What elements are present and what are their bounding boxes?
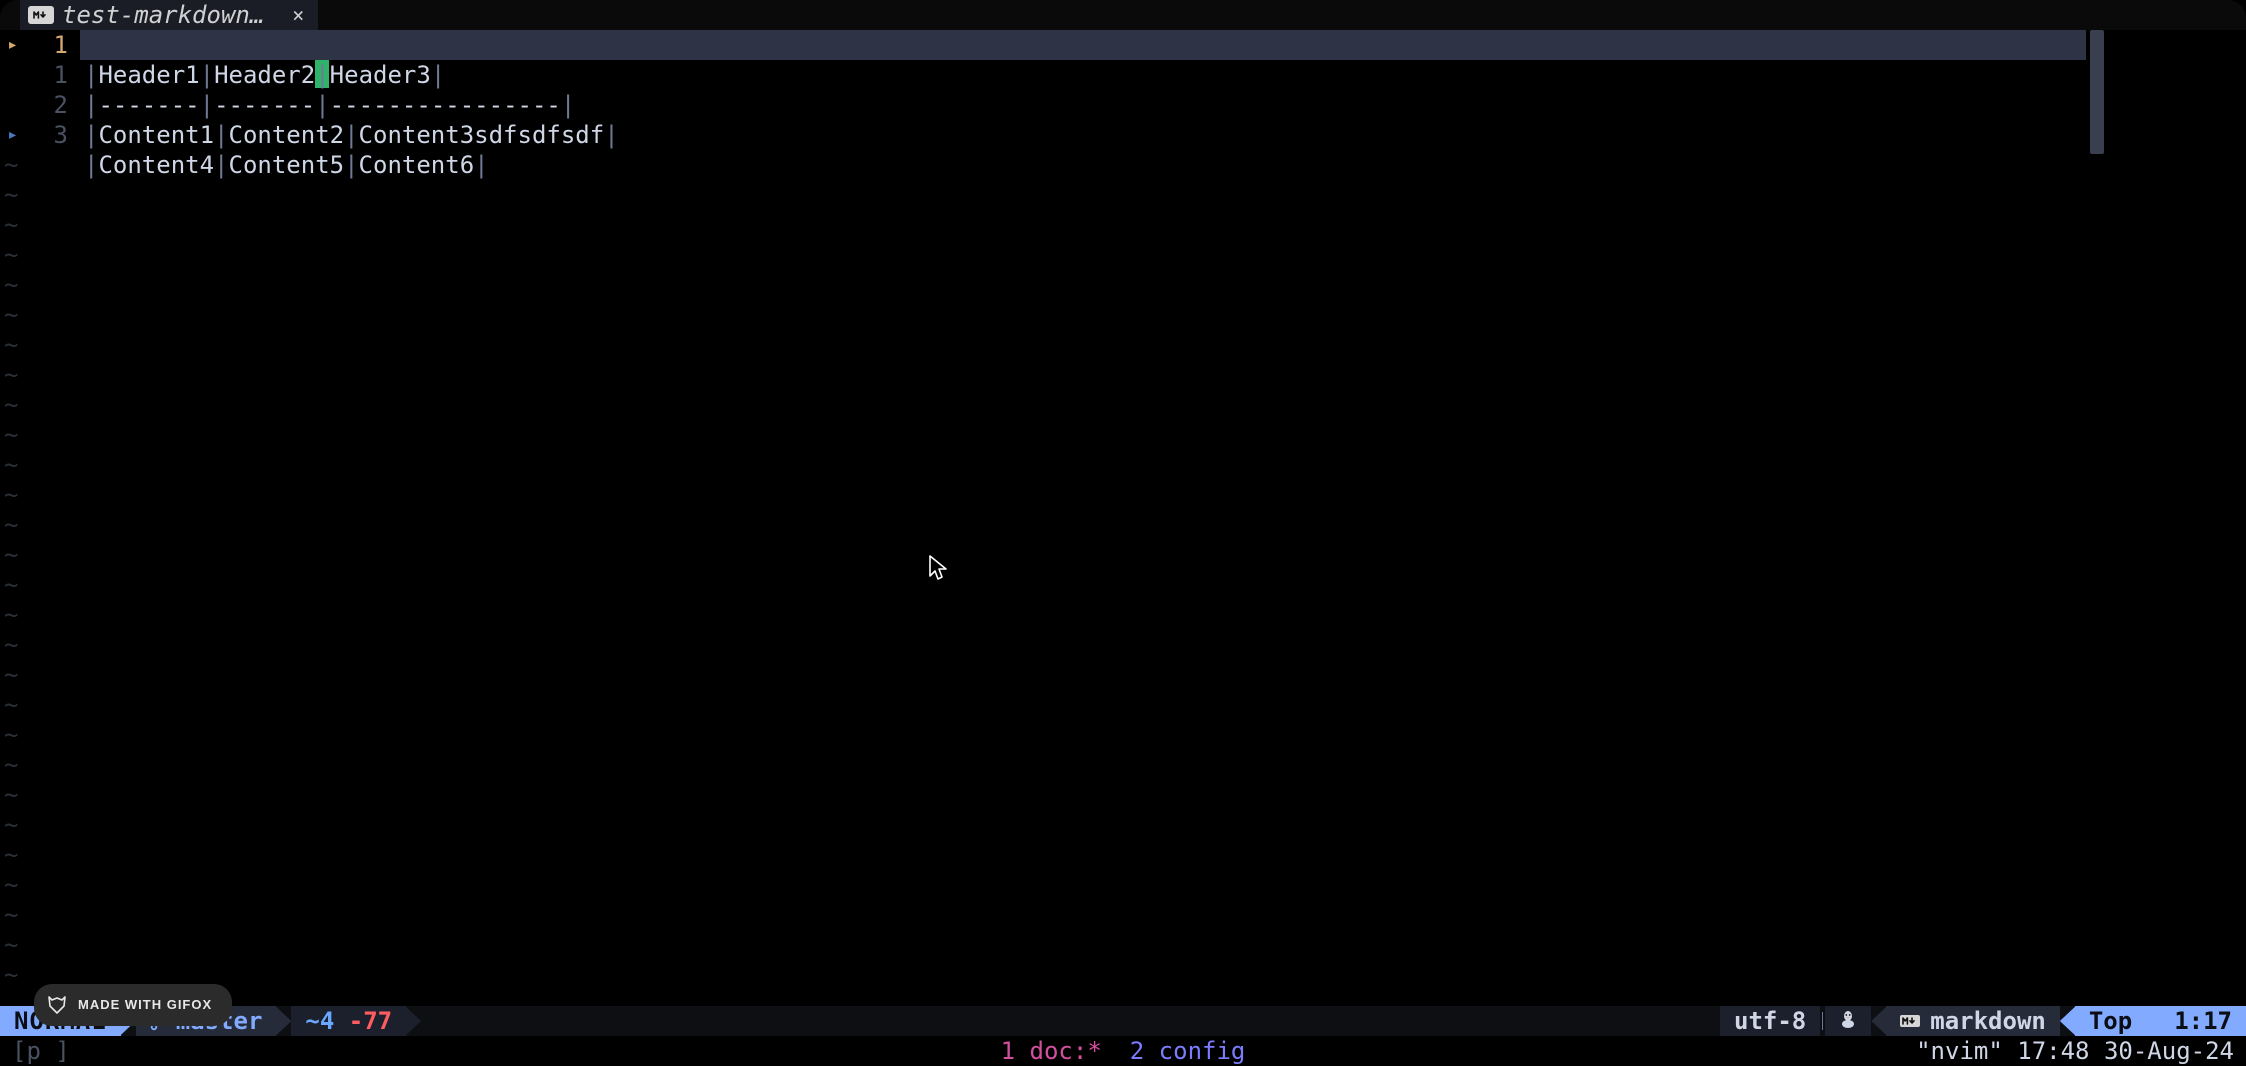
gifox-watermark: MADE WITH GIFOX xyxy=(34,984,232,1026)
separator-icon xyxy=(275,1006,291,1036)
tab-active[interactable]: test-markdown… × xyxy=(20,0,318,30)
scroll-position: Top xyxy=(2075,1006,2146,1036)
command-line[interactable]: [p ] 1 doc:* 2 config "nvim" 17:48 30-Au… xyxy=(0,1036,2246,1066)
statusline: NORMAL master ~4 -77 utf-8 xyxy=(0,1006,2246,1036)
fold-marker-icon: ▸ xyxy=(4,120,18,150)
separator-icon xyxy=(405,1006,421,1036)
separator-icon xyxy=(1822,1012,1823,1030)
cursor-location: 1:17 xyxy=(2146,1006,2246,1036)
separator-icon xyxy=(2060,1006,2076,1036)
editor-viewport[interactable]: ~~~~~~~~~~~~~~~~~~~~~~~~~~~~ ▸ 1 1 2 ▸ 3… xyxy=(0,30,2246,1006)
statusline-spacer xyxy=(421,1006,1720,1036)
cursor-line-highlight xyxy=(80,30,2086,60)
filetype-segment: markdown xyxy=(1886,1006,2060,1036)
git-diff-segment: ~4 -77 xyxy=(291,1006,406,1036)
separator-icon xyxy=(1871,1006,1887,1036)
markdown-icon xyxy=(28,6,54,24)
linux-icon xyxy=(1839,1006,1857,1036)
markdown-icon xyxy=(1900,1015,1920,1027)
line-number: 2 xyxy=(0,90,68,120)
tab-title: test-markdown… xyxy=(62,0,264,30)
line-number-gutter: ▸ 1 1 2 ▸ 3 xyxy=(0,30,80,1006)
close-icon[interactable]: × xyxy=(272,0,304,30)
fold-marker-icon: ▸ xyxy=(4,30,18,60)
scrollbar-thumb[interactable] xyxy=(2090,30,2104,154)
code-area[interactable]: |Header1|Header2|Header3| |-------|-----… xyxy=(80,30,2246,1006)
diff-removed: -77 xyxy=(349,1006,392,1036)
filetype-label: markdown xyxy=(1930,1006,2046,1036)
diff-modified: ~4 xyxy=(305,1006,334,1036)
tabline: 1 doc:* 2 config xyxy=(1001,1036,1246,1066)
watermark-text: MADE WITH GIFOX xyxy=(78,990,212,1020)
tabline-tab[interactable]: 1 doc:* xyxy=(1001,1036,1102,1066)
line-number: 1 xyxy=(0,60,68,90)
gifox-icon xyxy=(46,994,68,1016)
encoding-segment: utf-8 xyxy=(1720,1006,1820,1036)
cmdline-left: [p ] xyxy=(0,1036,70,1066)
tabline-tab[interactable]: 2 config xyxy=(1130,1036,1246,1066)
os-segment xyxy=(1825,1006,1871,1036)
editor-window: test-markdown… × ~~~~~~~~~~~~~~~~~~~~~~~… xyxy=(0,0,2246,1066)
tab-bar: test-markdown… × xyxy=(0,0,2246,30)
cmdline-right: "nvim" 17:48 30-Aug-24 xyxy=(1916,1036,2246,1066)
